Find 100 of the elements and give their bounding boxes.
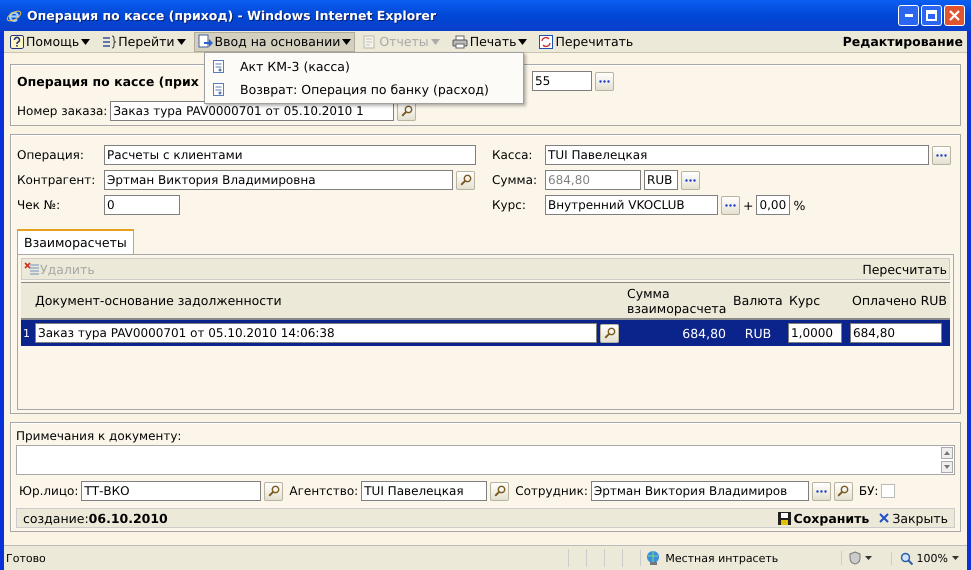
maximize-icon (926, 10, 937, 21)
globe-network-icon (645, 550, 662, 566)
plus-sign: + (743, 198, 754, 212)
text-field[interactable]: ТТ-ВКО (81, 481, 262, 501)
ellipsis-button[interactable] (932, 146, 951, 164)
close-button[interactable] (944, 5, 965, 26)
text-field[interactable]: TUI Павелецкая (361, 481, 488, 501)
save-button[interactable]: Сохранить (778, 510, 870, 526)
toolbar-menu-button[interactable]: Ввод на основании (194, 32, 356, 52)
document-field[interactable]: Заказ тура PAV0000701 от 05.10.2010 14:06:38 (35, 323, 597, 343)
shield-icon (848, 551, 862, 565)
report-icon (363, 34, 378, 48)
dots-icon (725, 204, 736, 206)
caret-icon (342, 38, 352, 44)
tab[interactable]: Взаиморасчеты (17, 229, 134, 254)
search-icon (494, 485, 506, 497)
table-cell: RUB (744, 326, 772, 340)
field-label: Сотрудник: (515, 484, 588, 498)
percent-field[interactable]: 0,00 (756, 195, 790, 215)
search-icon (604, 327, 616, 339)
caret-icon (81, 38, 90, 44)
text-field[interactable]: Эртман Виктория Владимиров (590, 481, 809, 501)
text-field[interactable]: Расчеты с клиентами (104, 145, 476, 165)
document-icon (213, 60, 224, 73)
toolbar-menu-button[interactable]: Перечитать (535, 32, 638, 52)
search-button[interactable] (456, 170, 475, 190)
minimize-icon (904, 14, 912, 17)
dots-icon (936, 154, 947, 156)
caret-icon (430, 38, 440, 44)
field-label: Агентство: (289, 484, 358, 498)
search-icon (400, 105, 413, 117)
toolbar-menu-button[interactable]: Печать (448, 32, 532, 52)
field-label: Чек №: (17, 198, 62, 212)
browser-logo-icon (6, 8, 22, 24)
menu-item[interactable]: Возврат: Операция по банку (расход) (205, 78, 523, 101)
scroll-up-icon (941, 447, 953, 459)
search-button[interactable] (834, 482, 853, 500)
toolbar-menu-button[interactable]: Помощь (6, 32, 94, 52)
paid-field[interactable]: 684,80 (850, 323, 942, 343)
document-arrow-icon (198, 34, 213, 49)
rate-field[interactable]: 1,0000 (788, 323, 842, 343)
field-label: Операция: (17, 148, 85, 162)
ellipsis-button[interactable] (812, 482, 831, 500)
column-header: Валюта (730, 282, 786, 319)
maximize-button[interactable] (921, 5, 942, 26)
list-bracket-icon (102, 34, 116, 48)
field-label: Номер заказа: (17, 104, 108, 118)
field-label: Касса: (492, 148, 534, 162)
field-label: Сумма: (492, 173, 538, 187)
dots-icon (816, 490, 827, 492)
caret-icon (176, 38, 186, 44)
search-icon (268, 485, 280, 497)
toolbar-menu-button[interactable]: Перейти (98, 32, 190, 52)
minimize-button[interactable] (898, 5, 919, 26)
close-icon (879, 513, 890, 523)
text-field[interactable]: TUI Павелецкая (545, 145, 929, 165)
ellipsis-button[interactable] (681, 170, 700, 190)
number-field[interactable]: 55 (532, 71, 592, 91)
recalculate-button[interactable]: Пересчитать (862, 262, 947, 276)
dots-icon (685, 178, 696, 182)
search-button[interactable] (490, 482, 510, 500)
column-header: Курс (786, 282, 848, 319)
field-label: Контрагент: (17, 173, 96, 187)
caret-icon (518, 38, 528, 44)
security-zone: Местная интрасеть (665, 552, 778, 564)
ellipsis-button[interactable] (721, 196, 740, 214)
text-field[interactable]: Внутренний VKOCLUB (545, 195, 718, 215)
field-label: БУ: (858, 484, 878, 498)
form-title: Операция по кассе (прих (17, 74, 200, 88)
column-header: Документ-основание задолженности (21, 282, 624, 319)
search-button[interactable] (264, 482, 284, 500)
window-title: Операция по кассе (приход) - Windows Internet Explorer (27, 8, 438, 23)
caret-icon (865, 556, 872, 560)
search-button[interactable] (600, 324, 619, 342)
help-icon (10, 34, 24, 48)
column-header: Оплачено RUB (848, 282, 950, 319)
field-label: Курс: (492, 198, 527, 212)
ellipsis-button[interactable] (595, 72, 614, 90)
text-field[interactable]: Эртман Виктория Владимировна (104, 170, 453, 190)
printer-icon (452, 34, 468, 48)
row-number: 1 (23, 326, 30, 340)
field-label: Юр.лицо: (19, 484, 78, 498)
delete-rows-icon (24, 262, 40, 276)
close-icon (949, 10, 960, 21)
order-field[interactable]: Заказ тура PAV0000701 от 05.10.2010 1 (110, 101, 394, 121)
notes-field[interactable] (16, 445, 955, 475)
dots-icon (599, 80, 610, 82)
menu-item[interactable]: Акт КМ-3 (касса) (205, 55, 523, 78)
column-header: Сумма взаиморасчета (624, 282, 730, 319)
table-cell: 684,80 (682, 326, 726, 340)
search-icon (837, 485, 850, 497)
scroll-down-icon (941, 461, 953, 473)
document-icon (213, 83, 224, 96)
zoom-button[interactable]: 100% (890, 552, 967, 564)
close-form-button[interactable]: Закрыть (879, 510, 948, 526)
percent-sign: % (793, 198, 806, 212)
text-field[interactable]: 0 (104, 195, 180, 215)
checkbox[interactable] (881, 484, 896, 498)
search-icon (460, 174, 472, 186)
caret-icon (952, 556, 959, 560)
